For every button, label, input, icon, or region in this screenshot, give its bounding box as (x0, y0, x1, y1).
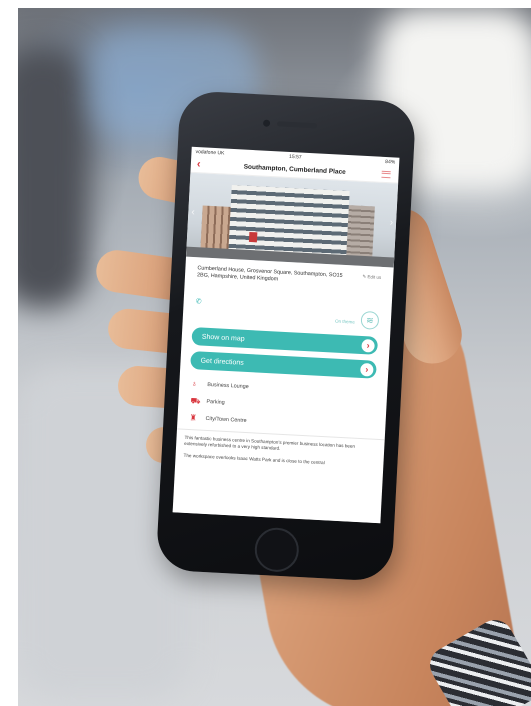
facility-item: ♁ Business Lounge (191, 379, 249, 391)
car-icon: ⛟ (190, 396, 201, 406)
edit-label: Edit us (367, 274, 382, 280)
get-directions-button[interactable]: Get directions › (190, 351, 377, 379)
home-button[interactable] (253, 526, 300, 573)
front-camera (262, 119, 271, 127)
building-sign (248, 231, 258, 243)
background-blur (18, 48, 88, 308)
building-right (346, 205, 375, 263)
facility-label: Business Lounge (207, 381, 249, 390)
facility-label: City/Town Centre (205, 415, 247, 424)
facility-label: Parking (206, 398, 225, 406)
lightbulb-icon: ♁ (191, 379, 198, 389)
facility-item: ♜ City/Town Centre (189, 413, 246, 425)
phone-icon[interactable]: ✆ (195, 297, 201, 305)
back-chevron-icon[interactable]: ‹ (197, 158, 201, 170)
wifi-icon[interactable]: ≋ (360, 310, 380, 330)
facility-item: ⛟ Parking (190, 396, 225, 408)
show-on-map-button[interactable]: Show on map › (191, 327, 379, 355)
edit-link[interactable]: ✎ Edit us (362, 274, 381, 281)
building-icon: ♜ (189, 413, 197, 423)
chevron-right-icon: › (361, 338, 375, 353)
show-on-map-label: Show on map (201, 333, 245, 343)
smartphone: vodafone UK 15:57 84% ‹ Southampton, Cum… (155, 90, 417, 582)
earpiece-speaker (276, 121, 318, 129)
on-theme-label: On theme (334, 318, 355, 325)
next-image-icon[interactable]: › (389, 217, 393, 228)
address-text: Cumberland House, Grosvenor Square, Sout… (196, 265, 343, 283)
previous-image-icon[interactable]: ‹ (191, 207, 195, 218)
chevron-right-icon: › (360, 362, 374, 377)
menu-icon[interactable] (381, 170, 391, 179)
page-title: Southampton, Cumberland Place (243, 163, 346, 176)
get-directions-label: Get directions (200, 357, 244, 367)
description-fade (172, 502, 381, 524)
location-photo[interactable]: ‹ › (186, 172, 399, 268)
photo-scene: vodafone UK 15:57 84% ‹ Southampton, Cum… (0, 0, 531, 706)
phone-screen: vodafone UK 15:57 84% ‹ Southampton, Cum… (172, 146, 400, 524)
